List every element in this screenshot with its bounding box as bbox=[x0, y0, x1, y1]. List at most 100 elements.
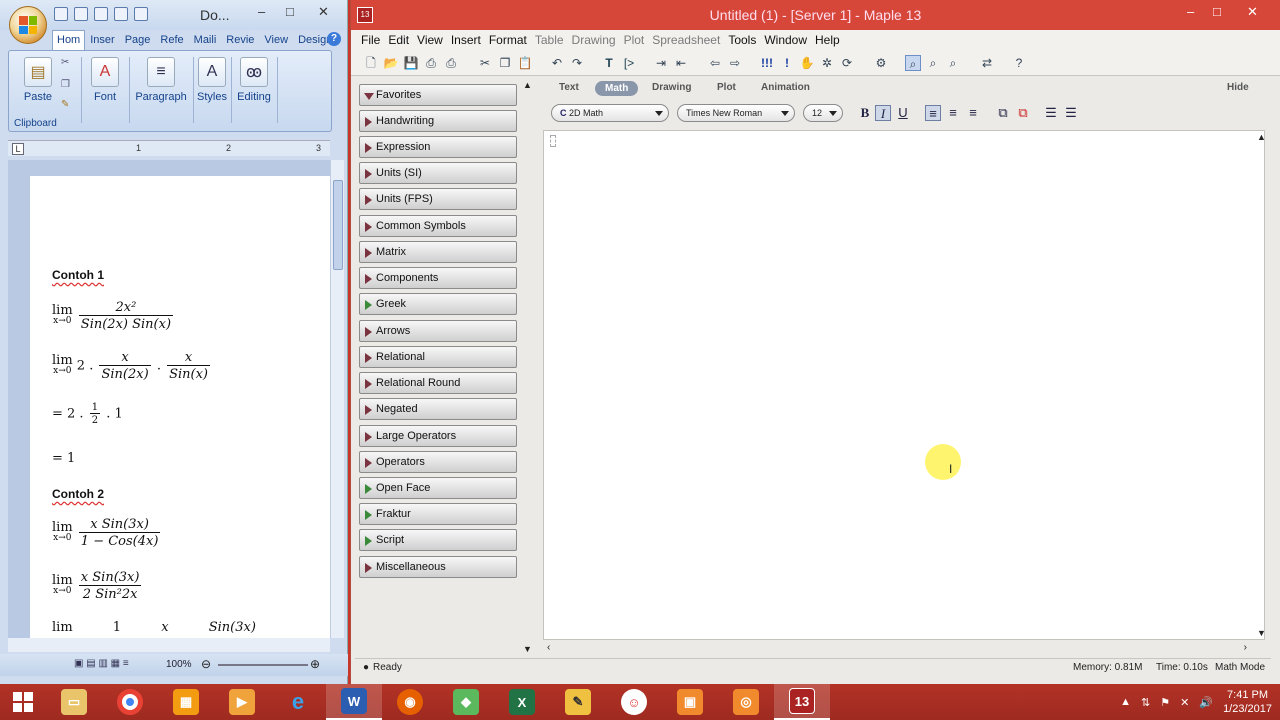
palette-fraktur[interactable]: Fraktur bbox=[359, 503, 517, 525]
bullet-list-icon[interactable]: ☰ bbox=[1043, 105, 1059, 121]
palette-relational-round[interactable]: Relational Round bbox=[359, 372, 517, 394]
new-document-icon[interactable] bbox=[134, 7, 148, 21]
palette-negated[interactable]: Negated bbox=[359, 398, 517, 420]
tab-references[interactable]: Refe bbox=[155, 30, 188, 50]
menu-view[interactable]: View bbox=[413, 33, 447, 47]
palette-operators[interactable]: Operators bbox=[359, 451, 517, 473]
zoom-100-icon[interactable]: ⌕ bbox=[905, 55, 921, 71]
close-icon[interactable]: ✕ bbox=[318, 4, 329, 20]
execution-group-icon[interactable]: [> bbox=[621, 55, 637, 71]
font-button[interactable]: A Font bbox=[85, 55, 125, 129]
action-center-icon[interactable]: ⚑ bbox=[1160, 696, 1170, 709]
paste-icon[interactable]: 📋 bbox=[517, 55, 533, 71]
toggle-icon[interactable]: ⇄ bbox=[979, 55, 995, 71]
editing-button[interactable]: ꙭ Editing bbox=[233, 55, 275, 129]
wifi-off-icon[interactable]: ✕ bbox=[1180, 696, 1189, 709]
ctx-tab-text[interactable]: Text bbox=[559, 82, 579, 93]
print-preview-icon[interactable] bbox=[114, 7, 128, 21]
restart-icon[interactable]: ⟳ bbox=[839, 55, 855, 71]
align-left-icon[interactable]: ≡ bbox=[925, 105, 941, 121]
palette-expression[interactable]: Expression bbox=[359, 136, 517, 158]
maximize-icon[interactable]: □ bbox=[286, 4, 294, 19]
view-mode-icons[interactable]: ▣ ▤ ▥ ▦ ≡ bbox=[74, 658, 129, 669]
styles-button[interactable]: A Styles bbox=[195, 55, 229, 129]
menu-tools[interactable]: Tools bbox=[724, 33, 760, 47]
taskbar-chrome[interactable] bbox=[102, 684, 158, 720]
zoom-out-icon[interactable]: ⌕ bbox=[945, 55, 961, 71]
tab-home[interactable]: Hom bbox=[52, 30, 86, 50]
zoom-slider[interactable] bbox=[218, 664, 308, 666]
copy-icon[interactable]: ❐ bbox=[497, 55, 513, 71]
ctx-tab-animation[interactable]: Animation bbox=[761, 82, 810, 93]
scroll-right-icon[interactable]: › bbox=[1244, 642, 1247, 653]
volume-icon[interactable]: 🔊 bbox=[1199, 696, 1213, 709]
open-folder-icon[interactable]: 📂 bbox=[383, 55, 399, 71]
scroll-left-icon[interactable]: ‹ bbox=[547, 642, 550, 653]
document-vertical-scrollbar[interactable] bbox=[330, 160, 344, 638]
palette-miscellaneous[interactable]: Miscellaneous bbox=[359, 556, 517, 578]
minimize-icon[interactable]: – bbox=[258, 4, 265, 19]
office-button[interactable] bbox=[9, 6, 47, 44]
new-file-icon[interactable]: 🗋 bbox=[363, 55, 379, 71]
bold-button[interactable]: B bbox=[857, 105, 873, 121]
redo-icon[interactable]: ↷ bbox=[569, 55, 585, 71]
zoom-in-icon[interactable]: ⊕ bbox=[310, 657, 320, 671]
execute-all-icon[interactable]: !!! bbox=[759, 55, 775, 71]
zoom-out-icon[interactable]: ⊖ bbox=[201, 657, 211, 671]
save-icon[interactable] bbox=[54, 7, 68, 21]
ctx-tab-math[interactable]: Math bbox=[595, 81, 639, 96]
settings-icon[interactable]: ⚙ bbox=[873, 55, 889, 71]
menu-help[interactable]: Help bbox=[811, 33, 844, 47]
palette-components[interactable]: Components bbox=[359, 267, 517, 289]
taskbar-media-player[interactable]: ▶ bbox=[214, 684, 270, 720]
palette-large-operators[interactable]: Large Operators bbox=[359, 425, 517, 447]
minimize-icon[interactable]: – bbox=[1187, 4, 1194, 19]
palette-common-symbols[interactable]: Common Symbols bbox=[359, 215, 517, 237]
ctx-tab-drawing[interactable]: Drawing bbox=[652, 82, 691, 93]
taskbar-internet-explorer[interactable]: e bbox=[270, 684, 326, 720]
worksheet-horizontal-scrollbar[interactable]: ‹ › bbox=[543, 642, 1265, 656]
undo-icon[interactable]: ↶ bbox=[549, 55, 565, 71]
clock[interactable]: 7:41 PM 1/23/2017 bbox=[1223, 688, 1272, 716]
network-icon[interactable]: ⇅ bbox=[1141, 696, 1150, 709]
taskbar-tool-app[interactable]: ✎ bbox=[550, 684, 606, 720]
font-dropdown[interactable]: Times New Roman bbox=[677, 104, 795, 122]
font-size-dropdown[interactable]: 12 bbox=[803, 104, 843, 122]
palette-units-fps[interactable]: Units (FPS) bbox=[359, 188, 517, 210]
tab-mailings[interactable]: Maili bbox=[189, 30, 222, 50]
copy-icon[interactable]: ❐ bbox=[61, 79, 70, 90]
palette-relational[interactable]: Relational bbox=[359, 346, 517, 368]
undo-icon[interactable] bbox=[74, 7, 88, 21]
taskbar-green-app[interactable]: ◆ bbox=[438, 684, 494, 720]
print-preview-icon[interactable]: ⎙ bbox=[443, 55, 459, 71]
palette-greek[interactable]: Greek bbox=[359, 293, 517, 315]
format-painter-icon[interactable]: ✎ bbox=[61, 99, 69, 110]
taskbar-maple[interactable]: 13 bbox=[774, 684, 830, 720]
menu-format[interactable]: Format bbox=[485, 33, 531, 47]
cut-icon[interactable]: ✂ bbox=[61, 57, 69, 68]
taskbar-orange-app[interactable]: ▣ bbox=[662, 684, 718, 720]
foreground-color-icon[interactable]: ⧉ bbox=[995, 105, 1011, 121]
menu-drawing[interactable]: Drawing bbox=[568, 33, 620, 47]
worksheet-vertical-scrollbar[interactable]: ▲ ▼ bbox=[1257, 130, 1271, 640]
taskbar-firefox[interactable]: ◉ bbox=[382, 684, 438, 720]
palette-arrows[interactable]: Arrows bbox=[359, 320, 517, 342]
italic-button[interactable]: I bbox=[875, 105, 891, 121]
menu-window[interactable]: Window bbox=[760, 33, 811, 47]
scroll-down-icon[interactable]: ▼ bbox=[523, 644, 532, 654]
ctx-tab-plot[interactable]: Plot bbox=[717, 82, 736, 93]
menu-edit[interactable]: Edit bbox=[384, 33, 413, 47]
paragraph-button[interactable]: ≡ Paragraph bbox=[131, 55, 191, 129]
menu-plot[interactable]: Plot bbox=[620, 33, 649, 47]
cut-icon[interactable]: ✂ bbox=[477, 55, 493, 71]
taskbar-apps-grid[interactable]: ▦ bbox=[158, 684, 214, 720]
scroll-up-icon[interactable]: ▲ bbox=[523, 80, 532, 90]
scroll-down-icon[interactable]: ▼ bbox=[1257, 628, 1266, 638]
palette-units-si[interactable]: Units (SI) bbox=[359, 162, 517, 184]
tab-stop-icon[interactable]: L bbox=[12, 143, 24, 155]
zoom-in-icon[interactable]: ⌕ bbox=[925, 55, 941, 71]
help-icon[interactable]: ? bbox=[327, 32, 341, 46]
horizontal-ruler[interactable]: L 1 2 3 bbox=[8, 140, 330, 156]
menu-file[interactable]: File bbox=[357, 33, 384, 47]
hide-button[interactable]: Hide bbox=[1227, 82, 1249, 93]
